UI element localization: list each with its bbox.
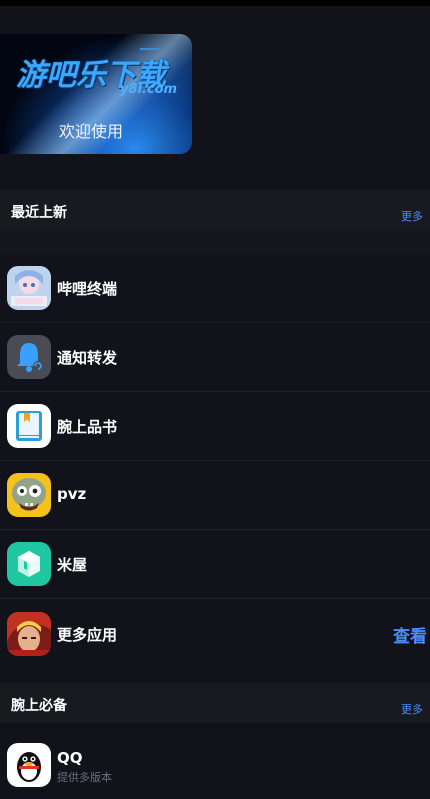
welcome-text: 欢迎使用 <box>58 122 123 141</box>
qq-penguin-icon <box>7 743 51 787</box>
more-link-new[interactable]: 更多 <box>401 208 423 224</box>
app-name: QQ <box>57 749 83 767</box>
list-item[interactable]: 腕上品书 <box>0 392 430 460</box>
app-subtitle: 提供多版本 <box>57 771 112 784</box>
site-logo-domain: y8l.com <box>120 82 178 97</box>
section-divider <box>0 230 430 254</box>
list-item[interactable]: 通知转发 <box>0 323 430 391</box>
app-name: pvz <box>57 485 87 503</box>
section-header-new: 最近上新 更多 <box>0 190 430 230</box>
section-title-new: 最近上新 <box>11 205 67 221</box>
list-item[interactable]: 更多应用 查看 <box>0 600 430 668</box>
welcome-banner[interactable]: 游吧乐下载 y8l.com 欢迎使用 <box>0 34 192 154</box>
app-name: 哔哩终端 <box>57 280 118 298</box>
book-icon <box>7 404 51 448</box>
mi-cube-icon <box>7 542 51 586</box>
list-item[interactable]: pvz <box>0 461 430 529</box>
view-more-button[interactable]: 查看 <box>393 622 427 647</box>
zombie-icon <box>7 473 51 517</box>
status-bar <box>0 0 430 6</box>
more-link-essential[interactable]: 更多 <box>401 701 423 717</box>
list-item[interactable]: 哔哩终端 <box>0 254 430 322</box>
bilibili-anime-icon <box>7 266 51 310</box>
app-name: 通知转发 <box>57 349 118 367</box>
app-name: 腕上品书 <box>57 418 118 436</box>
list-item[interactable]: 米屋 <box>0 530 430 598</box>
section-header-essential: 腕上必备 更多 <box>0 683 430 723</box>
game-hero-icon <box>7 612 51 656</box>
section-title-essential: 腕上必备 <box>11 698 67 714</box>
divider <box>0 598 430 599</box>
app-name: 米屋 <box>57 556 88 574</box>
bell-forward-icon <box>7 335 51 379</box>
app-name: 更多应用 <box>57 626 118 644</box>
list-item[interactable]: QQ 提供多版本 <box>0 731 430 799</box>
